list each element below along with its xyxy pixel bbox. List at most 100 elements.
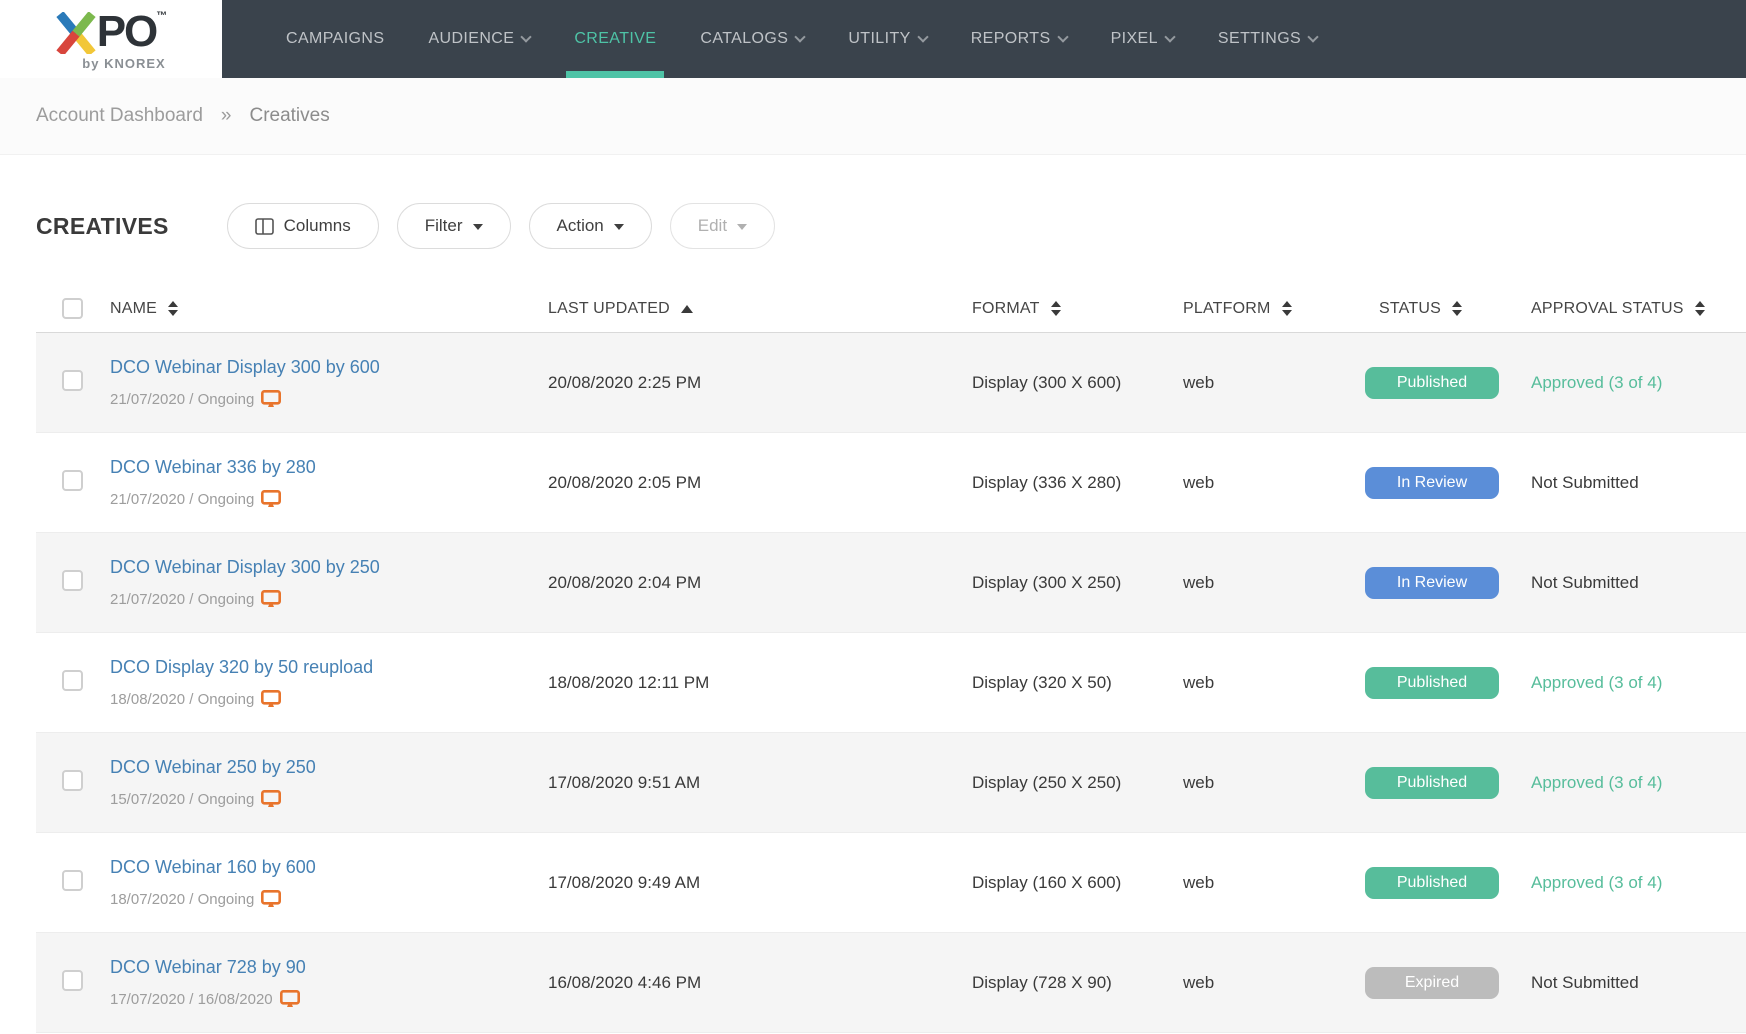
sort-icon[interactable] (1281, 301, 1292, 316)
columns-button-label: Columns (283, 216, 351, 235)
sort-icon[interactable] (1451, 301, 1462, 316)
page-title: CREATIVES (36, 212, 169, 239)
header-approval-status[interactable]: APPROVAL STATUS (1515, 300, 1746, 318)
breadcrumb: Account Dashboard » Creatives (0, 78, 1746, 155)
sort-asc-icon[interactable] (680, 304, 693, 313)
edit-button[interactable]: Edit (669, 203, 776, 249)
nav-item-label: SETTINGS (1217, 30, 1302, 47)
format-cell: Display (250 X 250) (972, 772, 1122, 792)
table-row: DCO Webinar Display 300 by 600 21/07/202… (36, 333, 1746, 433)
columns-button[interactable]: Columns (226, 203, 379, 249)
chevron-down-icon (917, 30, 929, 43)
chevron-down-icon (794, 30, 806, 43)
filter-button[interactable]: Filter (396, 203, 511, 249)
creative-name-link[interactable]: DCO Webinar Display 300 by 250 (110, 557, 380, 578)
table-body: DCO Webinar Display 300 by 600 21/07/202… (36, 333, 1746, 1033)
nav-item[interactable]: UTILITY (826, 0, 948, 78)
creatives-table: NAME LAST UPDATED FORMAT PLATFORM STATUS… (36, 285, 1746, 1033)
header-last-updated[interactable]: LAST UPDATED (548, 300, 972, 318)
select-all-checkbox[interactable] (62, 298, 83, 319)
row-checkbox[interactable] (62, 469, 83, 491)
creative-name-link[interactable]: DCO Webinar 250 by 250 (110, 757, 316, 778)
row-checkbox[interactable] (62, 969, 83, 991)
table-header-row: NAME LAST UPDATED FORMAT PLATFORM STATUS… (36, 285, 1746, 333)
action-button[interactable]: Action (528, 203, 652, 249)
approval-status-cell: Not Submitted (1531, 972, 1639, 992)
header-platform[interactable]: PLATFORM (1183, 300, 1365, 318)
row-checkbox[interactable] (62, 769, 83, 791)
display-monitor-icon (261, 590, 282, 607)
platform-cell: web (1183, 872, 1215, 892)
creative-name-link[interactable]: DCO Webinar 728 by 90 (110, 957, 306, 978)
nav-item-label: CREATIVE (574, 30, 657, 47)
top-navigation: PO ™ by KNOREX CAMPAIGNS AUDIENCE CREATI… (0, 0, 1746, 78)
table-row: DCO Webinar 336 by 280 21/07/2020 / Ongo… (36, 433, 1746, 533)
platform-cell: web (1183, 372, 1215, 392)
approval-status-cell: Approved (3 of 4) (1531, 772, 1663, 792)
sort-icon[interactable] (1050, 301, 1061, 316)
nav-item-label: PIXEL (1110, 30, 1158, 47)
approval-status-cell: Approved (3 of 4) (1531, 372, 1663, 392)
table-row: DCO Webinar 250 by 250 15/07/2020 / Ongo… (36, 733, 1746, 833)
status-badge: Published (1365, 766, 1499, 799)
row-checkbox[interactable] (62, 369, 83, 391)
display-monitor-icon (261, 790, 282, 807)
last-updated-cell: 17/08/2020 9:49 AM (548, 872, 701, 892)
format-cell: Display (160 X 600) (972, 872, 1122, 892)
creative-name-link[interactable]: DCO Webinar 160 by 600 (110, 857, 316, 878)
breadcrumb-home-link[interactable]: Account Dashboard (36, 105, 203, 127)
status-badge: Published (1365, 666, 1499, 699)
sort-icon[interactable] (1694, 301, 1705, 316)
nav-item[interactable]: PIXEL (1089, 0, 1196, 78)
creative-schedule: 21/07/2020 / Ongoing (110, 590, 548, 608)
caret-down-icon (737, 224, 748, 230)
nav-item-label: CAMPAIGNS (286, 30, 385, 47)
header-status[interactable]: STATUS (1365, 300, 1515, 318)
nav-item[interactable]: REPORTS (949, 0, 1089, 78)
nav-item[interactable]: SETTINGS (1196, 0, 1339, 78)
format-cell: Display (300 X 600) (972, 372, 1122, 392)
status-badge: Published (1365, 866, 1499, 899)
status-badge: In Review (1365, 466, 1499, 499)
table-row: DCO Webinar 728 by 90 17/07/2020 / 16/08… (36, 933, 1746, 1033)
table-row: DCO Webinar Display 300 by 250 21/07/202… (36, 533, 1746, 633)
nav-item[interactable]: CAMPAIGNS (264, 0, 406, 78)
edit-button-label: Edit (697, 216, 728, 235)
last-updated-cell: 17/08/2020 9:51 AM (548, 772, 701, 792)
row-checkbox[interactable] (62, 569, 83, 591)
nav-item[interactable]: CREATIVE (552, 0, 678, 78)
creative-schedule: 17/07/2020 / 16/08/2020 (110, 990, 548, 1008)
last-updated-cell: 20/08/2020 2:04 PM (548, 572, 702, 592)
table-row: DCO Display 320 by 50 reupload 18/08/202… (36, 633, 1746, 733)
nav-item-label: REPORTS (970, 30, 1051, 47)
row-checkbox[interactable] (62, 869, 83, 891)
creative-name-link[interactable]: DCO Webinar Display 300 by 600 (110, 357, 380, 378)
sort-icon[interactable] (168, 301, 179, 316)
breadcrumb-separator: » (220, 105, 232, 126)
status-badge: Published (1365, 366, 1499, 399)
chevron-down-icon (1164, 30, 1176, 43)
row-checkbox[interactable] (62, 669, 83, 691)
breadcrumb-current: Creatives (249, 105, 330, 126)
creative-schedule: 21/07/2020 / Ongoing (110, 390, 548, 408)
logo[interactable]: PO ™ by KNOREX (0, 0, 222, 78)
columns-icon (254, 217, 274, 235)
last-updated-cell: 20/08/2020 2:05 PM (548, 472, 702, 492)
creative-name-link[interactable]: DCO Webinar 336 by 280 (110, 457, 316, 478)
creative-schedule: 18/08/2020 / Ongoing (110, 690, 548, 708)
caret-down-icon (472, 224, 483, 230)
action-button-label: Action (556, 216, 604, 235)
nav-item-label: UTILITY (848, 30, 911, 47)
header-format[interactable]: FORMAT (972, 300, 1183, 318)
creative-schedule: 15/07/2020 / Ongoing (110, 790, 548, 808)
display-monitor-icon (261, 690, 282, 707)
header-name[interactable]: NAME (110, 300, 548, 318)
creative-name-link[interactable]: DCO Display 320 by 50 reupload (110, 657, 373, 678)
creative-schedule: 21/07/2020 / Ongoing (110, 490, 548, 508)
table-row: DCO Webinar 160 by 600 18/07/2020 / Ongo… (36, 833, 1746, 933)
format-cell: Display (728 X 90) (972, 972, 1112, 992)
approval-status-cell: Approved (3 of 4) (1531, 672, 1663, 692)
nav-item[interactable]: CATALOGS (678, 0, 826, 78)
logo-subtitle: by KNOREX (82, 55, 166, 71)
nav-item[interactable]: AUDIENCE (406, 0, 552, 78)
